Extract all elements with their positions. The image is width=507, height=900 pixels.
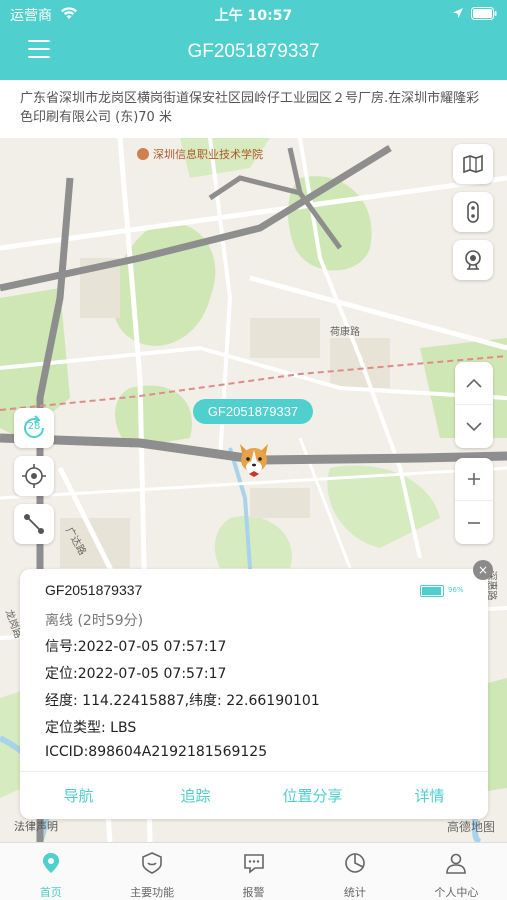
tab-home[interactable]: 首页 xyxy=(0,843,101,900)
status-bar: 运营商 上午 10:57 xyxy=(0,0,507,28)
card-battery-percent: 96% xyxy=(448,586,464,594)
card-battery-icon xyxy=(420,585,444,597)
poi-school: 深圳信息职业技术学院 xyxy=(137,146,263,162)
card-location-type: 定位类型: LBS xyxy=(45,720,137,736)
card-actions: 导航 追踪 位置分享 详情 xyxy=(20,771,488,819)
navigate-button[interactable]: 导航 xyxy=(20,772,137,819)
battery-icon xyxy=(471,7,497,20)
location-arrow-icon xyxy=(453,8,463,18)
map-view[interactable]: 深圳信息职业技术学院 荷康路 广达路 龙岗路 深惠路 28 GF20518793… xyxy=(0,138,507,842)
traffic-light-button[interactable] xyxy=(453,192,493,232)
zoom-out-button[interactable] xyxy=(455,501,493,544)
amap-logo: 高德地图 xyxy=(447,820,496,834)
tab-home-label: 首页 xyxy=(39,886,62,899)
address-text: 广东省深圳市龙岗区横岗街道保安社区园岭仔工业园区２号厂房.在深圳市耀隆彩色印刷有… xyxy=(0,80,507,138)
tab-statistics[interactable]: 统计 xyxy=(304,843,405,900)
map-layer-button[interactable] xyxy=(453,144,493,184)
tab-profile-label: 个人中心 xyxy=(434,886,479,899)
measure-distance-button[interactable] xyxy=(14,504,54,544)
poi-school-icon xyxy=(137,148,149,160)
crosshair-icon xyxy=(22,464,46,488)
pie-chart-icon xyxy=(345,853,365,873)
card-iccid: ICCID:898604A2192181569125 xyxy=(45,744,268,760)
user-icon xyxy=(446,853,467,874)
locate-button[interactable] xyxy=(14,456,54,496)
legal-notice-link[interactable]: 法律声明 xyxy=(14,818,58,834)
scroll-control xyxy=(455,362,493,448)
refresh-countdown: 28 xyxy=(27,421,41,432)
device-marker-label[interactable]: GF2051879337 xyxy=(193,399,313,424)
share-location-button[interactable]: 位置分享 xyxy=(254,772,371,819)
map-layer-icon xyxy=(463,154,483,174)
scroll-up-button[interactable] xyxy=(455,362,493,405)
ruler-line-icon xyxy=(24,514,44,534)
location-pin-icon xyxy=(42,853,59,873)
card-coordinates: 经度: 114.22415887,纬度: 22.66190101 xyxy=(45,693,320,709)
traffic-light-icon xyxy=(467,201,479,223)
tab-alarm[interactable]: 报警 xyxy=(203,843,304,900)
card-location-time: 定位:2022-07-05 07:57:17 xyxy=(45,666,227,682)
app-header: 运营商 上午 10:57 GF2051879337 xyxy=(0,0,507,80)
zoom-in-button[interactable] xyxy=(455,458,493,501)
tab-bar: 首页 主要功能 报警 统计 个人中心 xyxy=(0,842,507,900)
shield-icon xyxy=(142,852,162,874)
page-title: GF2051879337 xyxy=(187,41,320,62)
refresh-button[interactable]: 28 xyxy=(14,408,54,448)
minus-icon xyxy=(468,521,480,524)
zoom-control xyxy=(455,458,493,544)
message-alert-icon xyxy=(243,854,264,874)
corgi-marker-icon[interactable] xyxy=(235,440,273,478)
close-icon[interactable]: × xyxy=(473,560,493,580)
chevron-down-icon xyxy=(466,421,482,431)
tab-profile[interactable]: 个人中心 xyxy=(406,843,507,900)
plus-icon xyxy=(468,473,480,485)
tab-main-functions[interactable]: 主要功能 xyxy=(101,843,202,900)
card-device-id: GF2051879337 xyxy=(45,582,143,598)
street-view-button[interactable] xyxy=(453,240,493,280)
tab-statistics-label: 统计 xyxy=(343,886,366,899)
camera-icon xyxy=(465,250,481,270)
card-signal-time: 信号:2022-07-05 07:57:17 xyxy=(45,639,227,655)
device-info-card: GF2051879337 96% × 离线 (2时59分) 信号:2022-07… xyxy=(20,560,493,819)
poi-school-label: 深圳信息职业技术学院 xyxy=(153,148,263,161)
tab-alarm-label: 报警 xyxy=(242,886,265,899)
road-label-hekang: 荷康路 xyxy=(330,327,360,338)
scroll-down-button[interactable] xyxy=(455,405,493,448)
card-status: 离线 (2时59分) xyxy=(45,613,144,629)
chevron-up-icon xyxy=(466,378,482,388)
track-button[interactable]: 追踪 xyxy=(137,772,254,819)
tab-main-functions-label: 主要功能 xyxy=(130,886,175,899)
status-time: 上午 10:57 xyxy=(214,8,293,24)
details-button[interactable]: 详情 xyxy=(371,772,488,819)
